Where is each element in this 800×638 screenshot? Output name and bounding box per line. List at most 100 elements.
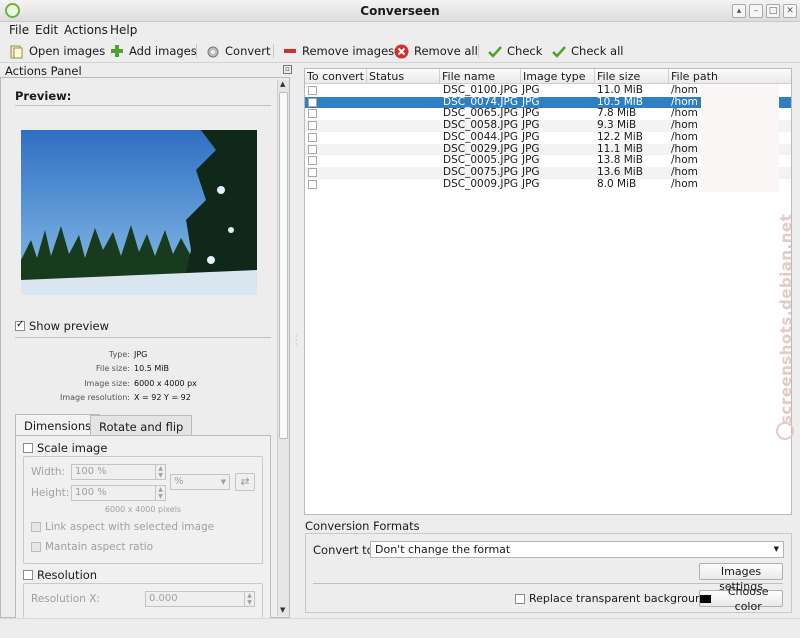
- row-checkbox[interactable]: [308, 109, 317, 119]
- resolution-x-value: 0.000: [149, 593, 178, 604]
- scale-image-label: Scale image: [37, 441, 108, 455]
- shade-window-button[interactable]: ▴: [732, 4, 746, 18]
- scale-image-checkbox[interactable]: [23, 443, 33, 453]
- maintain-aspect-checkbox[interactable]: [31, 542, 41, 552]
- maximize-button[interactable]: □: [766, 4, 780, 18]
- spin-arrows-icon[interactable]: ▲ ▼: [155, 465, 165, 479]
- show-preview-toggle[interactable]: Show preview: [15, 319, 109, 333]
- show-preview-label: Show preview: [29, 319, 110, 333]
- unit-select[interactable]: % ▼: [170, 474, 230, 490]
- replace-transparent-checkbox[interactable]: [515, 593, 525, 604]
- check-label: Check: [507, 44, 543, 58]
- menu-bar: File Edit Actions Help: [0, 22, 800, 38]
- image-resolution-label: Image resolution:: [59, 393, 130, 402]
- file-path-cell: /hom: [671, 177, 698, 190]
- images-settings-button[interactable]: Images settings: [699, 563, 783, 593]
- row-checkbox[interactable]: [308, 179, 317, 189]
- menu-actions[interactable]: Actions: [64, 22, 108, 38]
- resolution-toggle[interactable]: Resolution: [23, 568, 97, 582]
- gear-icon: [205, 44, 220, 59]
- spin-arrows-icon[interactable]: ▲ ▼: [155, 486, 165, 500]
- window-title: Converseen: [360, 4, 440, 18]
- height-spinbox[interactable]: 100 % ▲ ▼: [71, 485, 166, 501]
- convert-to-label: Convert to:: [313, 543, 378, 557]
- image-type-cell: JPG: [522, 177, 540, 190]
- file-size-value: 10.5 MiB: [134, 364, 169, 373]
- redacted-path-area: [701, 84, 779, 192]
- actions-panel-title: Actions Panel: [5, 64, 82, 78]
- divider: [313, 583, 783, 584]
- remove-images-button[interactable]: Remove images: [282, 41, 394, 61]
- splitter-handle[interactable]: · · ·: [295, 333, 298, 349]
- remove-images-label: Remove images: [302, 44, 395, 58]
- row-checkbox[interactable]: [308, 156, 317, 166]
- check-all-button[interactable]: Check all: [551, 41, 623, 61]
- toolbar-separator: [273, 44, 274, 58]
- plus-icon: [109, 44, 124, 59]
- preview-title: Preview:: [15, 89, 72, 103]
- column-header-status[interactable]: Status: [367, 69, 440, 84]
- check-button[interactable]: Check: [487, 41, 542, 61]
- swap-dimensions-button[interactable]: ⇄: [235, 473, 255, 491]
- toolbar: Open images Add images Convert Remove im…: [0, 38, 800, 63]
- file-path-cell: /hom: [671, 130, 698, 143]
- scrollbar-thumb[interactable]: [279, 92, 288, 439]
- menu-file[interactable]: File: [9, 22, 29, 38]
- actions-panel-scrollbar[interactable]: ▲ ▼: [277, 80, 289, 616]
- file-path-cell: /hom: [671, 84, 698, 96]
- remove-all-button[interactable]: Remove all: [394, 41, 478, 61]
- column-header-file-name[interactable]: File name: [440, 69, 521, 84]
- type-value: JPG: [134, 350, 148, 359]
- unit-value: %: [174, 476, 184, 487]
- link-aspect-checkbox[interactable]: [31, 522, 41, 532]
- open-images-button[interactable]: Open images: [9, 41, 105, 61]
- minimize-button[interactable]: –: [749, 4, 763, 18]
- replace-transparent-toggle[interactable]: Replace transparent background: [515, 592, 709, 605]
- tab-rotate-and-flip[interactable]: Rotate and flip: [90, 415, 193, 436]
- close-window-button[interactable]: ✕: [783, 4, 797, 18]
- check-all-label: Check all: [571, 44, 624, 58]
- image-type-cell: JPG: [522, 130, 540, 143]
- add-images-button[interactable]: Add images: [109, 41, 197, 61]
- column-header-file-path[interactable]: File path: [669, 69, 791, 84]
- column-header-to-convert[interactable]: To convert: [305, 69, 367, 84]
- resolution-label: Resolution: [37, 568, 98, 582]
- row-checkbox[interactable]: [308, 86, 317, 95]
- chevron-down-icon: ▼: [220, 478, 226, 486]
- file-table[interactable]: To convert Status File name Image type F…: [304, 68, 792, 515]
- resolution-x-spinbox[interactable]: 0.000 ▲ ▼: [145, 591, 255, 607]
- width-spinbox[interactable]: 100 % ▲ ▼: [71, 464, 166, 480]
- menu-edit[interactable]: Edit: [35, 22, 58, 38]
- row-checkbox[interactable]: [308, 121, 317, 131]
- checkmark-icon: [551, 44, 566, 59]
- link-aspect-toggle[interactable]: Link aspect with selected image: [31, 521, 214, 533]
- open-images-label: Open images: [29, 44, 106, 58]
- convert-button[interactable]: Convert: [205, 41, 270, 61]
- remove-all-icon: [394, 44, 409, 59]
- maintain-aspect-toggle[interactable]: Mantain aspect ratio: [31, 541, 153, 553]
- file-size-label: File size:: [95, 364, 130, 373]
- row-checkbox[interactable]: [308, 144, 317, 154]
- column-header-image-type[interactable]: Image type: [521, 69, 595, 84]
- dock-float-button[interactable]: ▫: [283, 65, 292, 74]
- row-checkbox[interactable]: [308, 132, 317, 142]
- scroll-up-arrow-icon[interactable]: ▲: [280, 80, 285, 88]
- scale-image-toggle[interactable]: Scale image: [23, 441, 107, 455]
- image-size-label: Image size:: [84, 379, 130, 388]
- menu-help[interactable]: Help: [110, 22, 137, 38]
- color-swatch: [700, 594, 712, 603]
- tab-dimensions[interactable]: Dimensions: [15, 414, 101, 437]
- convert-to-select[interactable]: Don't change the format ▼: [370, 541, 784, 558]
- spin-arrows-icon[interactable]: ▲ ▼: [244, 592, 254, 606]
- file-size-cell: 8.0 MiB: [597, 177, 637, 190]
- choose-color-button[interactable]: Choose color: [699, 585, 783, 613]
- width-label: Width:: [31, 466, 66, 478]
- show-preview-checkbox[interactable]: [15, 319, 25, 331]
- row-checkbox[interactable]: [308, 97, 317, 107]
- file-name-cell: DSC_0075.JPG: [443, 165, 518, 178]
- toolbar-separator: [478, 44, 479, 58]
- row-checkbox[interactable]: [308, 167, 317, 177]
- scroll-down-arrow-icon[interactable]: ▼: [280, 606, 285, 614]
- column-header-file-size[interactable]: File size: [595, 69, 669, 84]
- resolution-checkbox[interactable]: [23, 570, 33, 580]
